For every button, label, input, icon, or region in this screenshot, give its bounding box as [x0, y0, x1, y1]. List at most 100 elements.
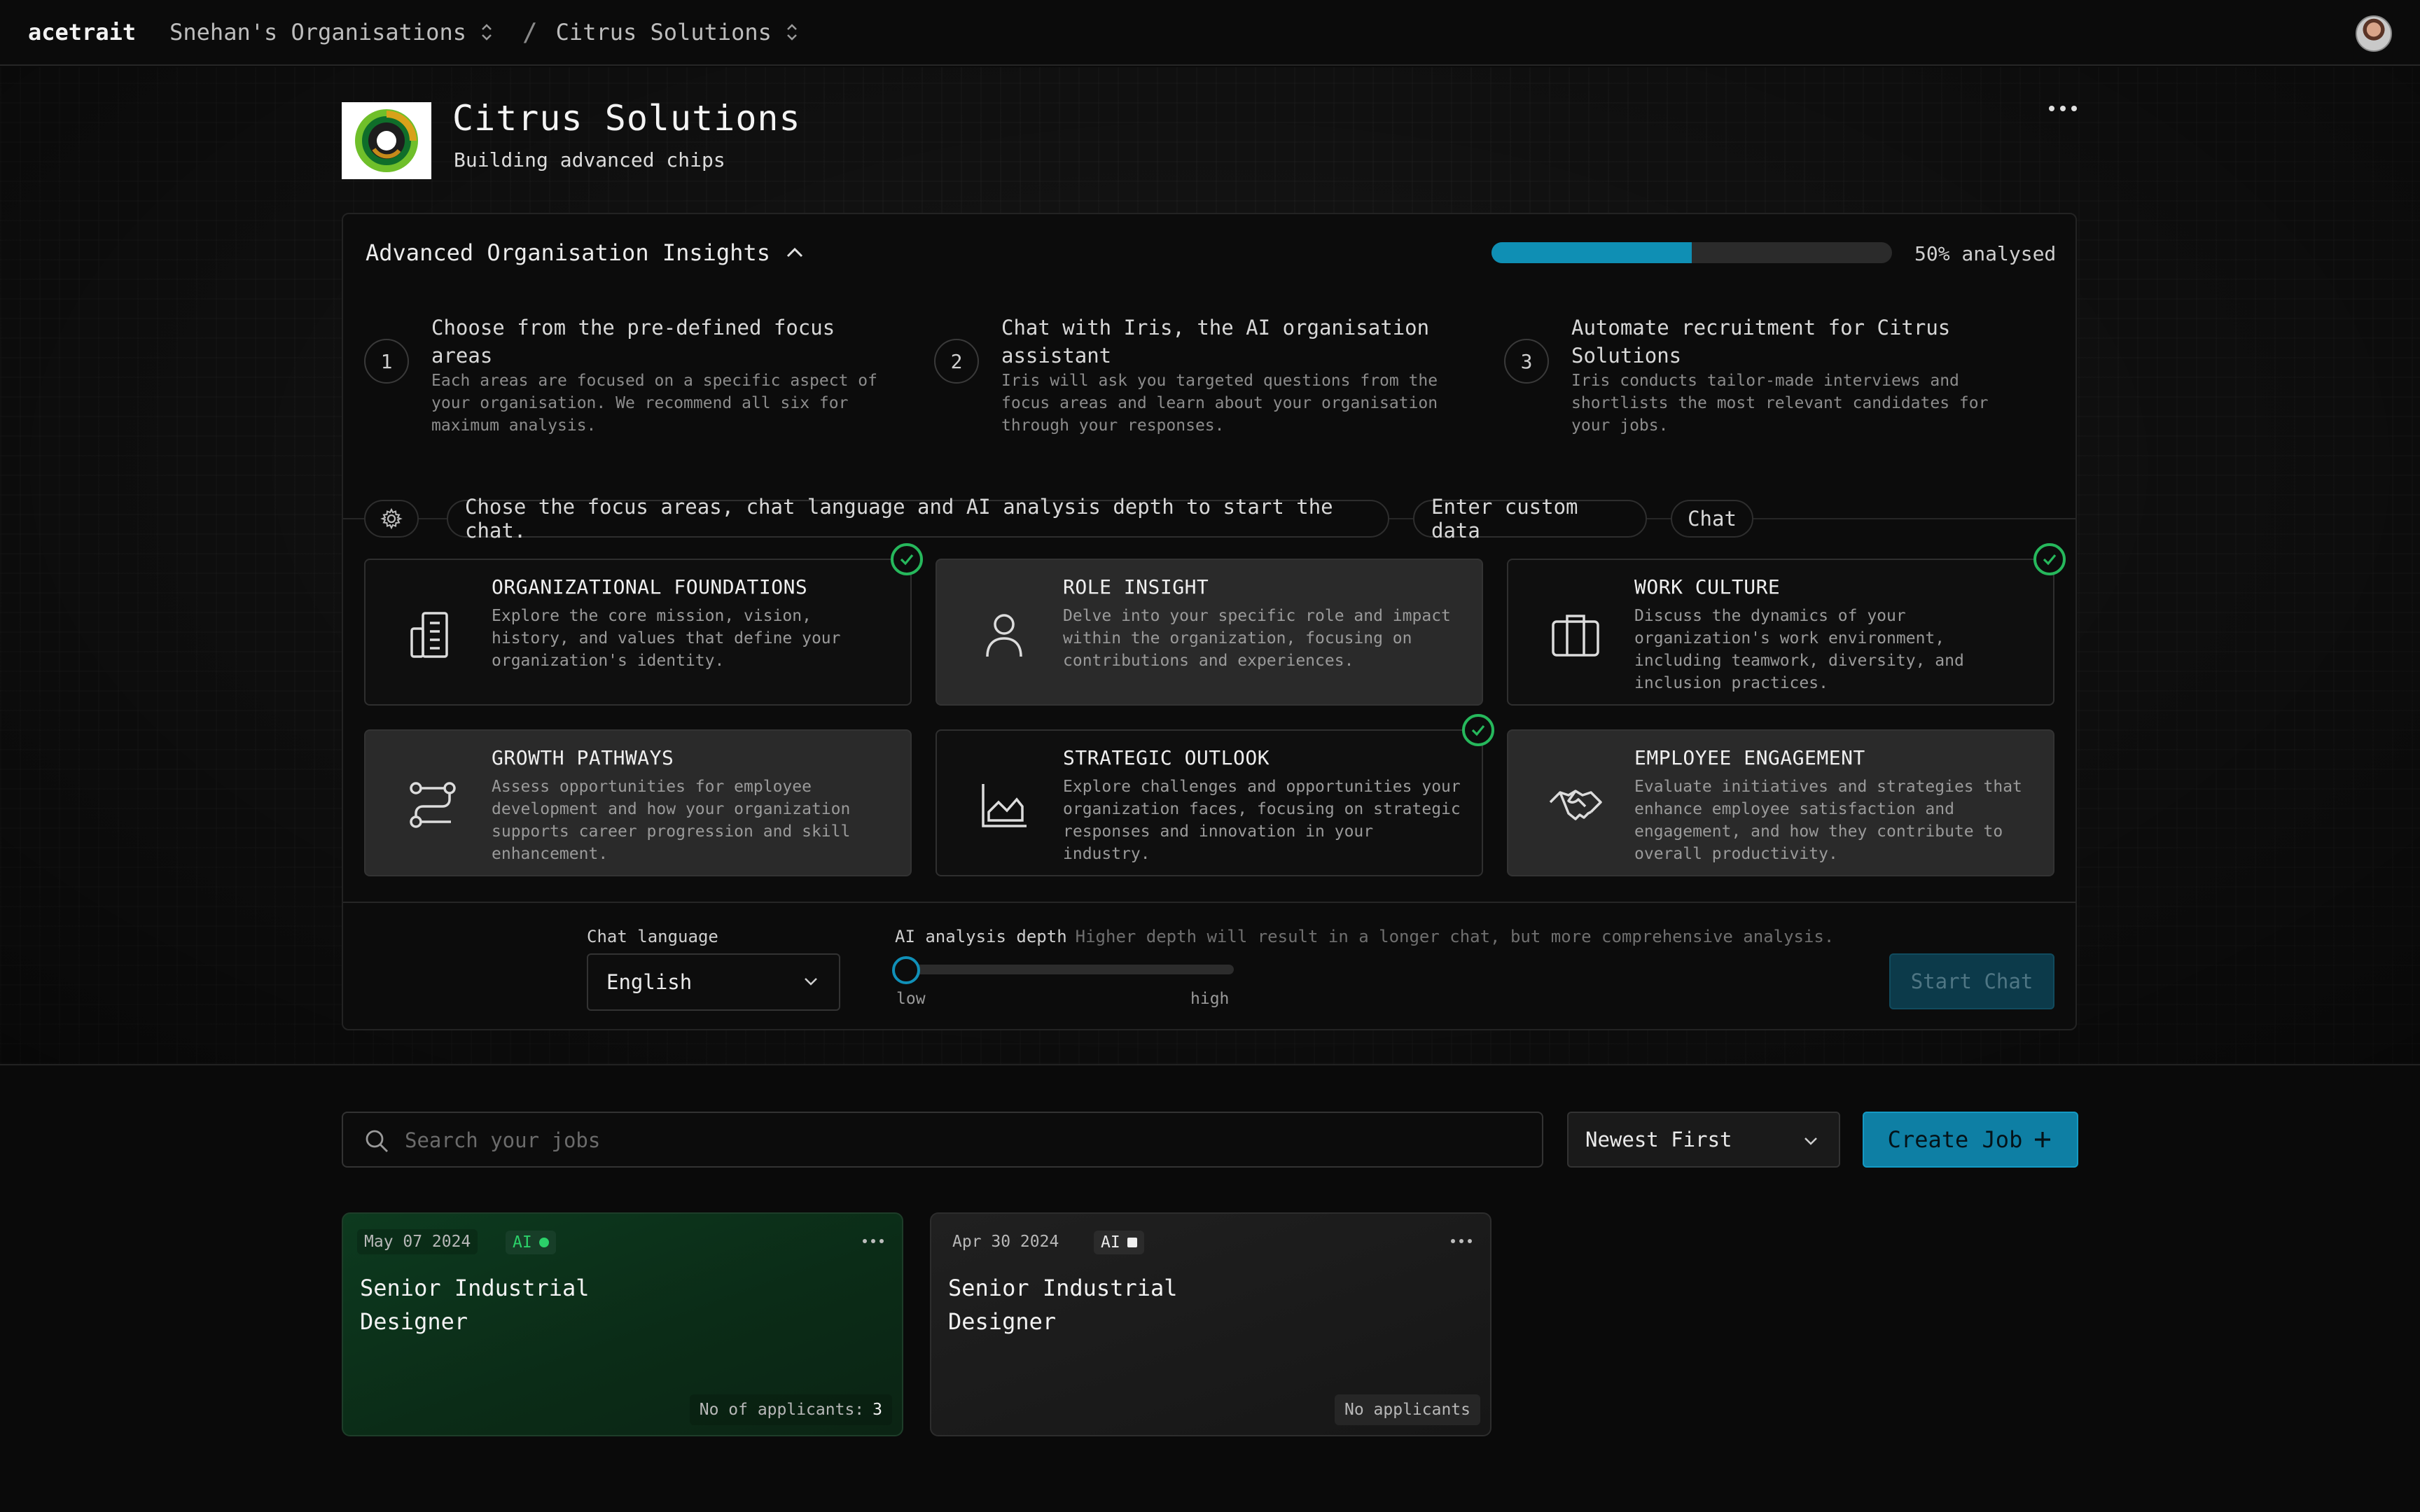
chevron-up-icon — [786, 247, 803, 258]
job-date: Apr 30 2024 — [952, 1233, 1059, 1251]
job-title: Senior Industrial Designer — [948, 1275, 1178, 1335]
start-chat-button[interactable]: Start Chat — [1889, 953, 2054, 1009]
analysis-depth-title: AI analysis depth — [895, 927, 1067, 946]
applicant-count: No applicants — [1334, 1394, 1480, 1425]
org-switcher-label: Snehan's Organisations — [169, 19, 466, 46]
job-card[interactable]: May 07 2024 AI Senior Industrial Designe… — [342, 1212, 903, 1436]
step-description: Iris conducts tailor-made interviews and… — [1571, 372, 1989, 435]
create-job-button[interactable]: Create Job — [1863, 1112, 2078, 1168]
chat-language-select[interactable]: English — [587, 953, 840, 1011]
citrus-logo-icon — [355, 109, 418, 172]
focus-areas-grid: ORGANIZATIONAL FOUNDATIONS Explore the c… — [364, 543, 2066, 879]
focus-card-description: Assess opportunities for employee develo… — [492, 778, 851, 863]
briefcase-icon — [1552, 615, 1599, 657]
chevron-down-icon — [805, 978, 817, 986]
create-job-label: Create Job — [1887, 1126, 2023, 1153]
chat-button[interactable]: Chat — [1671, 500, 1753, 538]
enter-custom-data-button[interactable]: Enter custom data — [1413, 495, 1647, 542]
job-date: May 07 2024 — [357, 1229, 478, 1254]
focus-card-title: ORGANIZATIONAL FOUNDATIONS — [492, 575, 808, 598]
focus-card-description: Explore challenges and opportunities you… — [1063, 778, 1461, 863]
chart-icon — [982, 784, 1027, 827]
focus-hint: Chose the focus areas, chat language and… — [447, 495, 1389, 542]
company-switcher[interactable]: Citrus Solutions — [556, 19, 800, 46]
focus-card-work-culture[interactable]: WORK CULTURE Discuss the dynamics of you… — [1507, 559, 2054, 706]
analysis-depth-slider-handle[interactable] — [892, 956, 920, 984]
step-number: 1 — [364, 339, 409, 384]
slider-high-label: high — [1190, 990, 1230, 1008]
slider-low-label: low — [896, 990, 926, 1008]
step-title: Chat with Iris, the AI organisation assi… — [1001, 316, 1430, 368]
gear-icon — [380, 507, 403, 530]
top-bar: acetrait Snehan's Organisations / Citrus… — [0, 0, 2420, 66]
focus-card-growth-pathways[interactable]: GROWTH PATHWAYS Assess opportunities for… — [364, 729, 912, 876]
org-tagline: Building advanced chips — [454, 148, 725, 172]
user-avatar[interactable] — [2356, 15, 2392, 52]
org-switcher[interactable]: Snehan's Organisations — [169, 19, 494, 46]
selected-check-icon — [1462, 714, 1494, 746]
job-title: Senior Industrial Designer — [360, 1275, 590, 1335]
focus-card-title: EMPLOYEE ENGAGEMENT — [1634, 746, 1865, 769]
insights-collapse-toggle[interactable]: Advanced Organisation Insights — [366, 239, 804, 266]
ai-status-badge: AI — [506, 1231, 556, 1254]
org-more-options-icon[interactable] — [2049, 98, 2077, 119]
step-number: 2 — [934, 339, 979, 384]
org-name: Citrus Solutions — [452, 98, 801, 139]
sort-value: Newest First — [1585, 1128, 1732, 1152]
insights-title: Advanced Organisation Insights — [366, 239, 770, 266]
analysis-progress-label: 50% analysed — [1914, 242, 2057, 265]
focus-card-title: ROLE INSIGHT — [1063, 575, 1209, 598]
settings-button[interactable] — [364, 500, 419, 538]
chat-language-label: Chat language — [587, 927, 718, 946]
panel-footer-divider — [343, 902, 2075, 903]
step-title: Automate recruitment for Citrus Solution… — [1571, 316, 1951, 368]
analysis-depth-slider[interactable] — [896, 965, 1234, 974]
focus-card-description: Delve into your specific role and impact… — [1063, 607, 1451, 670]
analysis-depth-label: AI analysis depth Higher depth will resul… — [895, 927, 1834, 946]
job-more-options-icon[interactable] — [1451, 1239, 1472, 1246]
job-card[interactable]: Apr 30 2024 AI Senior Industrial Designe… — [930, 1212, 1491, 1436]
focus-card-description: Discuss the dynamics of your organizatio… — [1634, 607, 1964, 692]
step-title: Choose from the pre-defined focus areas — [431, 316, 835, 368]
breadcrumb-separator: / — [522, 18, 538, 47]
ai-status-badge: AI — [1094, 1231, 1144, 1254]
applicant-count-value: 3 — [872, 1401, 882, 1419]
handshake-icon — [1549, 790, 1602, 820]
insights-panel: Advanced Organisation Insights 50% analy… — [342, 213, 2077, 1030]
plus-icon — [2035, 1132, 2051, 1147]
focus-card-strategic-outlook[interactable]: STRATEGIC OUTLOOK Explore challenges and… — [936, 729, 1483, 876]
sort-select[interactable]: Newest First — [1567, 1112, 1840, 1168]
ai-badge-label: AI — [1101, 1233, 1120, 1252]
focus-card-employee-engagement[interactable]: EMPLOYEE ENGAGEMENT Evaluate initiatives… — [1507, 729, 2054, 876]
chat-language-value: English — [606, 970, 693, 994]
focus-card-title: STRATEGIC OUTLOOK — [1063, 746, 1270, 769]
job-search-input[interactable] — [405, 1123, 1525, 1158]
focus-card-description: Evaluate initiatives and strategies that… — [1634, 778, 2022, 863]
analysis-depth-note: Higher depth will result in a longer cha… — [1075, 927, 1835, 946]
selected-check-icon — [2033, 543, 2066, 575]
focus-card-organizational-foundations[interactable]: ORGANIZATIONAL FOUNDATIONS Explore the c… — [364, 559, 912, 706]
ai-active-dot-icon — [538, 1238, 549, 1247]
applicant-count-label: No of applicants: — [699, 1401, 865, 1419]
chevron-up-down-icon — [482, 24, 492, 41]
job-search-box — [342, 1112, 1543, 1168]
brand-logo[interactable]: acetrait — [28, 19, 136, 46]
analysis-progress-bar — [1491, 242, 1892, 263]
route-icon — [410, 782, 456, 828]
chevron-up-down-icon — [787, 24, 797, 41]
focus-card-title: WORK CULTURE — [1634, 575, 1781, 598]
search-icon — [366, 1130, 388, 1152]
step-description: Each areas are focused on a specific asp… — [431, 372, 877, 435]
step-description: Iris will ask you targeted questions fro… — [1001, 372, 1438, 435]
job-more-options-icon[interactable] — [863, 1239, 884, 1246]
company-switcher-label: Citrus Solutions — [555, 19, 772, 46]
focus-card-role-insight[interactable]: ROLE INSIGHT Delve into your specific ro… — [936, 559, 1483, 706]
ai-badge-label: AI — [513, 1233, 532, 1252]
selected-check-icon — [891, 543, 923, 575]
onboarding-steps: 1 Choose from the pre-defined focus area… — [343, 314, 2075, 454]
analysis-progress-fill — [1491, 242, 1692, 263]
applicant-count: No of applicants: 3 — [689, 1394, 892, 1425]
org-logo — [342, 102, 431, 179]
person-icon — [986, 614, 1022, 657]
building-icon — [410, 612, 448, 658]
